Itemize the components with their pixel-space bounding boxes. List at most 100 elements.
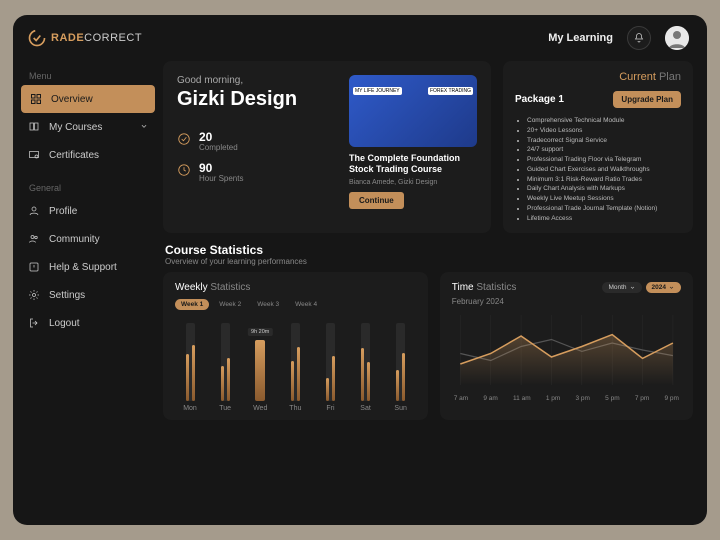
upgrade-button[interactable]: Upgrade Plan (613, 91, 681, 108)
plan-feature: Professional Trade Journal Template (Not… (527, 204, 681, 214)
bar-column: Mon (177, 323, 203, 412)
bar-column: Fri (317, 323, 343, 412)
sidebar-item-label: Community (49, 234, 100, 245)
logo-icon (27, 28, 47, 48)
stat-label: Completed (199, 143, 238, 152)
sidebar-item-label: Settings (49, 290, 85, 301)
weekly-title: Weekly Statistics (175, 282, 416, 293)
plan-feature: Weekly Live Meetup Sessions (527, 194, 681, 204)
sidebar-item-profile[interactable]: Profile (13, 197, 163, 225)
clock-icon (177, 163, 191, 177)
plan-feature: Professional Trading Floor via Telegram (527, 155, 681, 165)
stat-completed: 20Completed (177, 131, 333, 152)
stat-hours: 90Hour Spents (177, 162, 333, 183)
time-year-select[interactable]: 2024 (646, 282, 681, 293)
avatar-icon (665, 26, 689, 50)
avatar[interactable] (665, 26, 689, 50)
chevron-down-icon (629, 284, 636, 291)
time-mode-select[interactable]: Month (602, 282, 641, 293)
bar-label: Wed (253, 405, 267, 412)
time-stats-card: Time Statistics Month 2024 February 2024… (440, 272, 693, 420)
plan-feature: 24/7 support (527, 145, 681, 155)
course-author: Bianca Amede, Gizki Design (349, 179, 477, 186)
sidebar-item-settings[interactable]: Settings (13, 281, 163, 309)
week-pill[interactable]: Week 2 (213, 299, 247, 310)
week-pill[interactable]: Week 1 (175, 299, 209, 310)
sidebar-item-logout[interactable]: Logout (13, 309, 163, 337)
week-pill[interactable]: Week 3 (251, 299, 285, 310)
stat-value: 90 (199, 162, 243, 174)
course-stats-title: Course Statistics (165, 243, 693, 257)
sidebar-section-menu: Menu (13, 67, 163, 85)
plan-features: Comprehensive Technical Module20+ Video … (515, 116, 681, 223)
week-pill[interactable]: Week 4 (289, 299, 323, 310)
my-learning-link[interactable]: My Learning (548, 32, 613, 44)
bar-column: Thu (282, 323, 308, 412)
time-label: 7 am (454, 395, 468, 402)
time-label: 11 am (513, 395, 531, 402)
help-icon (27, 260, 41, 274)
time-label: 9 pm (664, 395, 678, 402)
time-label: 1 pm (546, 395, 560, 402)
package-name: Package 1 (515, 94, 564, 105)
sidebar-item-label: Profile (49, 206, 77, 217)
time-label: 3 pm (576, 395, 590, 402)
sidebar-item-help[interactable]: Help & Support (13, 253, 163, 281)
plan-feature: Daily Chart Analysis with Markups (527, 184, 681, 194)
gear-icon (27, 288, 41, 302)
sidebar-item-certificates[interactable]: Certificates (13, 141, 163, 169)
time-subtitle: February 2024 (452, 297, 681, 306)
plan-title: Current Plan (515, 71, 681, 83)
time-label: 7 pm (635, 395, 649, 402)
sidebar-item-community[interactable]: Community (13, 225, 163, 253)
bell-icon (633, 32, 645, 44)
users-icon (27, 232, 41, 246)
user-icon (27, 204, 41, 218)
certificate-icon (27, 148, 41, 162)
plan-feature: Comprehensive Technical Module (527, 116, 681, 126)
time-label: 9 am (483, 395, 497, 402)
bar-label: Sat (360, 405, 371, 412)
bar-column: Sun (388, 323, 414, 412)
bar-label: Sun (394, 405, 406, 412)
sidebar-item-my-courses[interactable]: My Courses (13, 113, 163, 141)
grid-icon (29, 92, 43, 106)
sidebar-item-label: Help & Support (49, 262, 117, 273)
book-icon (27, 120, 41, 134)
notifications-button[interactable] (627, 26, 651, 50)
bar-label: Thu (289, 405, 301, 412)
plan-feature: Lifetime Access (527, 214, 681, 224)
bar-label: Mon (183, 405, 197, 412)
course-stats-subtitle: Overview of your learning performances (165, 257, 693, 266)
bar-label: Tue (219, 405, 231, 412)
sidebar-item-label: Certificates (49, 150, 99, 161)
sidebar-item-label: My Courses (49, 122, 102, 133)
sidebar: Menu Overview My Courses Certificates Ge… (13, 61, 163, 525)
sidebar-section-general: General (13, 179, 163, 197)
stat-label: Hour Spents (199, 174, 243, 183)
sidebar-item-label: Overview (51, 94, 93, 105)
logout-icon (27, 316, 41, 330)
bar-column: 9h 20m Wed (247, 323, 273, 412)
user-name: Gizki Design (177, 88, 333, 111)
plan-feature: 20+ Video Lessons (527, 126, 681, 136)
bar-column: Sat (353, 323, 379, 412)
continue-button[interactable]: Continue (349, 192, 404, 209)
sidebar-item-overview[interactable]: Overview (21, 85, 155, 113)
bar-label: Fri (326, 405, 334, 412)
course-thumbnail[interactable] (349, 75, 477, 147)
bar-tooltip: 9h 20m (248, 328, 272, 336)
logo-text: RADECORRECT (51, 32, 142, 44)
time-chart: 7 am 9 am 11 am 1 pm 3 pm 5 pm 7 pm 9 pm (452, 310, 681, 406)
check-icon (177, 132, 191, 146)
logo[interactable]: RADECORRECT (27, 28, 142, 48)
stat-value: 20 (199, 131, 238, 143)
weekly-stats-card: Weekly Statistics Week 1 Week 2 Week 3 Week… (163, 272, 428, 420)
course-title: The Complete Foundation Stock Trading Co… (349, 153, 477, 175)
greeting: Good morning, (177, 75, 333, 86)
time-label: 5 pm (605, 395, 619, 402)
plan-card: Current Plan Package 1 Upgrade Plan Comp… (503, 61, 693, 233)
chevron-down-icon (139, 121, 149, 134)
hero-card: Good morning, Gizki Design 20Completed 9… (163, 61, 491, 233)
plan-feature: Guided Chart Exercises and Walkthroughs (527, 165, 681, 175)
